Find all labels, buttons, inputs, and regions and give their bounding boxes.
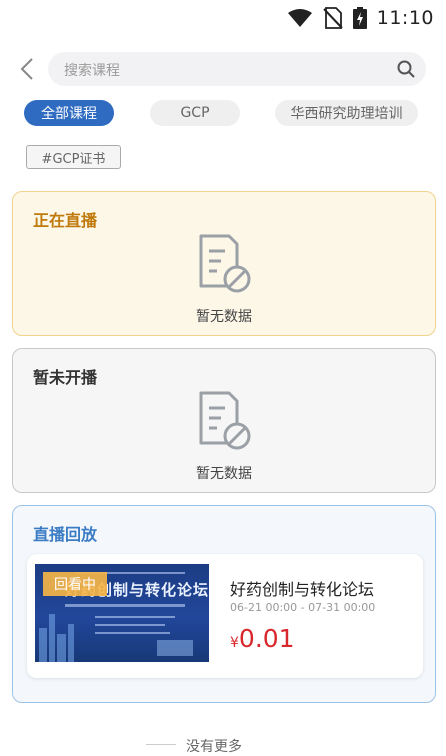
battery-charging-icon	[352, 7, 367, 29]
status-time: 11:10	[376, 7, 434, 29]
price-value: 0.01	[238, 624, 295, 653]
upcoming-section: 暂未开播 暂无数据	[12, 348, 436, 493]
search-input[interactable]: 搜索课程	[48, 52, 426, 86]
thumb-decor	[57, 634, 66, 662]
replay-status-badge: 回看中	[43, 572, 107, 596]
category-tab-huaxi[interactable]: 华西研究助理培训	[275, 100, 418, 126]
course-card[interactable]: 好药创制与转化论坛 回看中 好药创制与转化论坛 06-21 00:00 - 07…	[27, 554, 423, 678]
course-price: ¥0.01	[230, 624, 295, 653]
live-empty-text: 暂无数据	[196, 309, 252, 325]
no-sim-icon	[323, 7, 343, 29]
category-tabs: 全部课程 GCP 华西研究助理培训	[24, 100, 424, 126]
empty-document-icon	[199, 391, 251, 450]
replay-section: 直播回放 好药创制与转化论坛 回看中 好药创制与转化论坛 06-21 00:00…	[12, 505, 436, 703]
thumb-decor	[49, 614, 55, 662]
category-tab-all[interactable]: 全部课程	[24, 100, 114, 126]
course-title: 好药创制与转化论坛	[230, 580, 375, 599]
live-section: 正在直播 暂无数据	[12, 191, 436, 336]
no-more-text: 没有更多	[186, 739, 242, 755]
replay-section-title: 直播回放	[33, 525, 98, 544]
category-tab-gcp[interactable]: GCP	[150, 100, 240, 126]
price-symbol: ¥	[230, 635, 239, 651]
live-section-title: 正在直播	[33, 211, 98, 230]
thumb-decor	[95, 616, 175, 618]
search-icon[interactable]	[396, 59, 416, 79]
course-time: 06-21 00:00 - 07-31 00:00	[230, 601, 376, 614]
empty-document-icon	[199, 234, 251, 293]
wifi-icon	[287, 9, 312, 27]
status-icons: 11:10	[287, 6, 434, 30]
search-placeholder: 搜索课程	[64, 63, 120, 79]
thumb-decor	[95, 624, 165, 626]
thumb-decor	[95, 632, 170, 634]
chevron-left-icon	[20, 58, 33, 80]
status-bar: 11:10	[0, 0, 446, 36]
search-row: 搜索课程	[14, 52, 432, 86]
course-thumbnail: 好药创制与转化论坛 回看中	[35, 564, 209, 662]
thumb-decor	[65, 604, 185, 607]
thumb-decor	[68, 624, 74, 662]
thumb-decor	[39, 628, 47, 662]
upcoming-empty-text: 暂无数据	[196, 466, 252, 482]
tag-gcp-certificate[interactable]: #GCP证书	[26, 145, 121, 169]
back-button[interactable]	[14, 55, 40, 83]
upcoming-section-title: 暂未开播	[33, 368, 98, 387]
footer-divider	[146, 744, 176, 745]
thumb-decor	[157, 640, 193, 656]
